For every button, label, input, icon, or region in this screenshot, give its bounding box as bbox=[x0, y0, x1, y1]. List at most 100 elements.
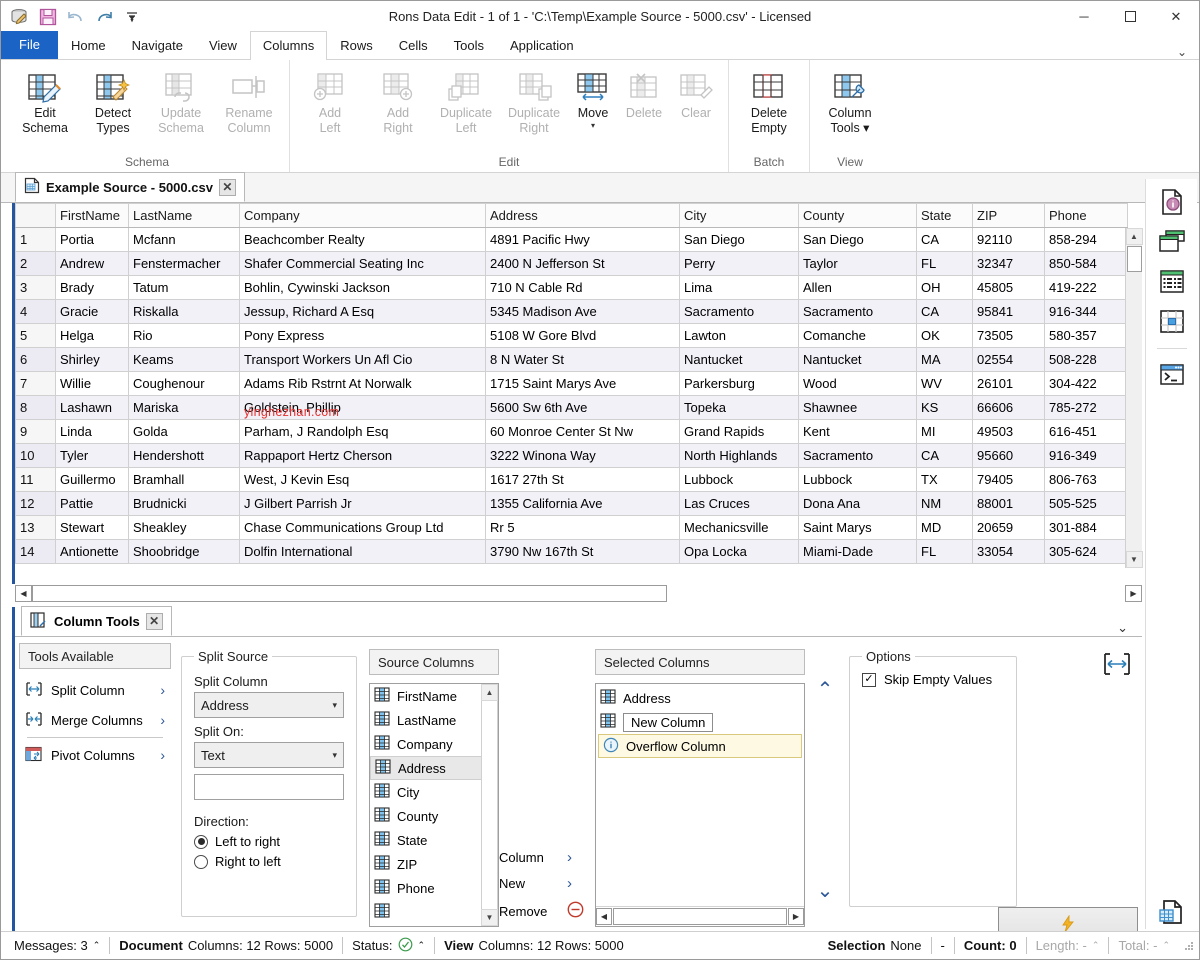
cell-firstname[interactable]: Helga bbox=[56, 324, 129, 348]
cell-city[interactable]: Perry bbox=[680, 252, 799, 276]
cell-county[interactable]: Kent bbox=[799, 420, 917, 444]
cell-phone[interactable]: 916-349 bbox=[1045, 444, 1128, 468]
cell-state[interactable]: OH bbox=[917, 276, 973, 300]
split-on-select[interactable]: Text ▾ bbox=[194, 742, 344, 768]
skip-empty-values-checkbox-row[interactable]: ✓ Skip Empty Values bbox=[862, 672, 1004, 687]
cell-lastname[interactable]: Mariska bbox=[129, 396, 240, 420]
cell-state[interactable]: MD bbox=[917, 516, 973, 540]
tab-application[interactable]: Application bbox=[497, 31, 587, 59]
cell-state[interactable]: MA bbox=[917, 348, 973, 372]
source-column-item[interactable]: ZIP bbox=[370, 852, 498, 876]
table-row[interactable]: 14AntionetteShoobridgeDolfin Internation… bbox=[16, 540, 1128, 564]
cell-city[interactable]: Parkersburg bbox=[680, 372, 799, 396]
undo-icon[interactable] bbox=[63, 5, 89, 29]
col-header-company[interactable]: Company bbox=[240, 204, 486, 228]
grid-vertical-scrollbar[interactable]: ▲ ▼ bbox=[1125, 228, 1142, 568]
grid-horizontal-scrollbar[interactable]: ◀ ▶ bbox=[15, 585, 1142, 602]
table-row[interactable]: 8LashawnMariskaGoldstein, Phillip5600 Sw… bbox=[16, 396, 1128, 420]
source-column-item[interactable]: Address bbox=[370, 756, 498, 780]
cell-address[interactable]: 710 N Cable Rd bbox=[486, 276, 680, 300]
cell-lastname[interactable]: Sheakley bbox=[129, 516, 240, 540]
radio-icon[interactable] bbox=[194, 855, 208, 869]
cell-phone[interactable]: 505-525 bbox=[1045, 492, 1128, 516]
tool-item-merge-columns[interactable]: Merge Columns › bbox=[19, 705, 171, 735]
chevron-down-icon[interactable]: ▾ bbox=[332, 700, 337, 711]
chevron-down-icon[interactable]: ⌄ bbox=[1117, 620, 1142, 636]
table-row[interactable]: 2AndrewFenstermacherShafer Commercial Se… bbox=[16, 252, 1128, 276]
cell-phone[interactable]: 785-272 bbox=[1045, 396, 1128, 420]
cell-county[interactable]: Wood bbox=[799, 372, 917, 396]
source-column-item[interactable]: City bbox=[370, 780, 498, 804]
split-column-select[interactable]: Address ▾ bbox=[194, 692, 344, 718]
table-row[interactable]: 3BradyTatumBohlin, Cywinski Jackson710 N… bbox=[16, 276, 1128, 300]
cell-county[interactable]: Miami-Dade bbox=[799, 540, 917, 564]
cell-company[interactable]: Bohlin, Cywinski Jackson bbox=[240, 276, 486, 300]
cell-firstname[interactable]: Brady bbox=[56, 276, 129, 300]
tab-cells[interactable]: Cells bbox=[386, 31, 441, 59]
selected-columns-hscrollbar[interactable]: ◀ ▶ bbox=[596, 906, 804, 926]
cell-firstname[interactable]: Shirley bbox=[56, 348, 129, 372]
cell-county[interactable]: Saint Marys bbox=[799, 516, 917, 540]
cell-phone[interactable]: 858-294 bbox=[1045, 228, 1128, 252]
cell-address[interactable]: 1617 27th St bbox=[486, 468, 680, 492]
cell-phone[interactable]: 304-422 bbox=[1045, 372, 1128, 396]
document-icon[interactable] bbox=[7, 5, 33, 29]
col-header-county[interactable]: County bbox=[799, 204, 917, 228]
cell-company[interactable]: Shafer Commercial Seating Inc bbox=[240, 252, 486, 276]
source-columns-scrollbar[interactable]: ▲ ▼ bbox=[481, 684, 498, 926]
table-row[interactable]: 6ShirleyKeamsTransport Workers Un Afl Ci… bbox=[16, 348, 1128, 372]
cell-company[interactable]: Transport Workers Un Afl Cio bbox=[240, 348, 486, 372]
console-icon[interactable] bbox=[1155, 358, 1189, 392]
cell-city[interactable]: Lubbock bbox=[680, 468, 799, 492]
chevron-right-icon[interactable]: › bbox=[160, 747, 165, 763]
cell-rownum[interactable]: 1 bbox=[16, 228, 56, 252]
column-tools-button[interactable]: Column Tools ▾ bbox=[816, 65, 884, 143]
cell-company[interactable]: Rappaport Hertz Cherson bbox=[240, 444, 486, 468]
cell-state[interactable]: NM bbox=[917, 492, 973, 516]
cell-rownum[interactable]: 14 bbox=[16, 540, 56, 564]
cell-firstname[interactable]: Stewart bbox=[56, 516, 129, 540]
cell-zip[interactable]: 32347 bbox=[973, 252, 1045, 276]
selected-column-item[interactable]: Address bbox=[596, 686, 804, 710]
tab-columns[interactable]: Columns bbox=[250, 31, 327, 60]
cell-zip[interactable]: 49503 bbox=[973, 420, 1045, 444]
scroll-left-icon[interactable]: ◀ bbox=[596, 908, 612, 925]
scroll-thumb[interactable] bbox=[1127, 246, 1142, 272]
cell-lastname[interactable]: Coughenour bbox=[129, 372, 240, 396]
cell-company[interactable]: Goldstein, Phillip bbox=[240, 396, 486, 420]
cell-address[interactable]: 3222 Winona Way bbox=[486, 444, 680, 468]
source-column-item[interactable]: Phone bbox=[370, 876, 498, 900]
document-tab[interactable]: Example Source - 5000.csv ✕ bbox=[15, 172, 245, 202]
split-on-text-input[interactable] bbox=[194, 774, 344, 800]
cell-county[interactable]: Dona Ana bbox=[799, 492, 917, 516]
cell-rownum[interactable]: 7 bbox=[16, 372, 56, 396]
table-row[interactable]: 1PortiaMcfannBeachcomber Realty4891 Paci… bbox=[16, 228, 1128, 252]
action-new[interactable]: New › bbox=[499, 875, 595, 892]
maximize-button[interactable] bbox=[1107, 1, 1153, 32]
cell-state[interactable]: MI bbox=[917, 420, 973, 444]
cell-view-icon[interactable] bbox=[1155, 305, 1189, 339]
cell-city[interactable]: Nantucket bbox=[680, 348, 799, 372]
direction-option-left-to-right[interactable]: Left to right bbox=[194, 834, 344, 849]
selected-columns-listbox[interactable]: AddressNew ColumnOverflow Column ◀ ▶ bbox=[595, 683, 805, 927]
tool-item-pivot-columns[interactable]: Pivot Columns › bbox=[19, 740, 171, 770]
cell-company[interactable]: Beachcomber Realty bbox=[240, 228, 486, 252]
source-columns-listbox[interactable]: FirstNameLastNameCompanyAddressCityCount… bbox=[369, 683, 499, 927]
minimize-button[interactable]: ─ bbox=[1061, 1, 1107, 32]
cell-state[interactable]: TX bbox=[917, 468, 973, 492]
cell-address[interactable]: 8 N Water St bbox=[486, 348, 680, 372]
move-caret-icon[interactable]: ▾ bbox=[591, 121, 595, 130]
detect-types-button[interactable]: Detect Types bbox=[79, 65, 147, 143]
cell-company[interactable]: Dolfin International bbox=[240, 540, 486, 564]
cell-zip[interactable]: 20659 bbox=[973, 516, 1045, 540]
chevron-down-icon[interactable]: ⌄ bbox=[1177, 45, 1199, 59]
table-row[interactable]: 4GracieRiskallaJessup, Richard A Esq5345… bbox=[16, 300, 1128, 324]
col-header-city[interactable]: City bbox=[680, 204, 799, 228]
source-column-item[interactable]: State bbox=[370, 828, 498, 852]
cell-lastname[interactable]: Mcfann bbox=[129, 228, 240, 252]
edit-schema-button[interactable]: Edit Schema bbox=[11, 65, 79, 143]
cell-address[interactable]: 2400 N Jefferson St bbox=[486, 252, 680, 276]
expand-horizontal-icon[interactable] bbox=[1102, 649, 1138, 680]
cell-county[interactable]: Sacramento bbox=[799, 444, 917, 468]
close-button[interactable]: ✕ bbox=[1153, 1, 1199, 32]
